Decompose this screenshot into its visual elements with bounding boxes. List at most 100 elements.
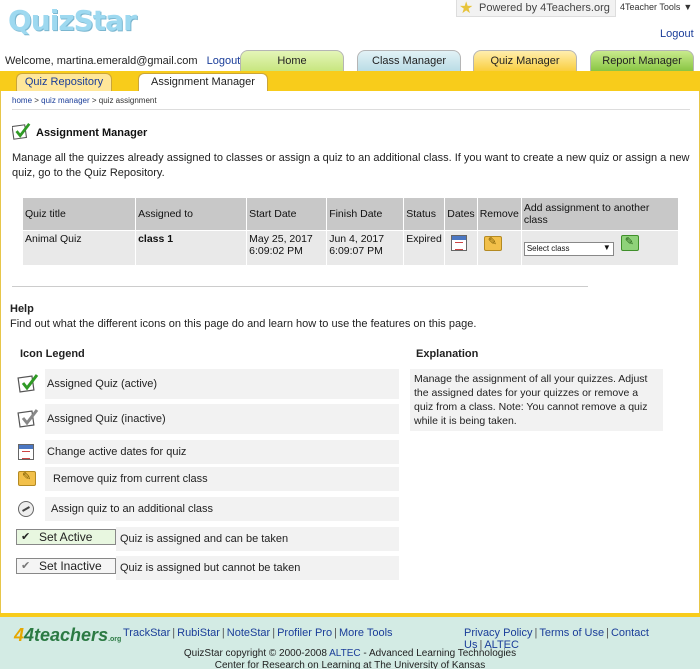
footer-link-terms[interactable]: Terms of Use — [539, 627, 604, 639]
check-active-icon — [12, 122, 31, 140]
calendar-icon — [18, 444, 34, 460]
footer-link-notestar[interactable]: NoteStar — [227, 627, 270, 639]
logo-4: 4 — [14, 625, 25, 645]
cell-add-assignment: Select class ▼ — [521, 231, 678, 265]
breadcrumb-home[interactable]: home — [12, 96, 32, 105]
welcome-text: Welcome, martina.emerald@gmail.com — [5, 55, 198, 67]
table-header-row: Quiz title Assigned to Start Date Finish… — [23, 198, 678, 230]
quizstar-logo[interactable]: QuizStar — [8, 4, 137, 37]
tab-class-manager[interactable]: Class Manager — [357, 50, 461, 72]
help-title: Help — [10, 303, 34, 315]
legend-icon-cell — [16, 467, 42, 491]
section-divider — [12, 286, 588, 287]
cell-start-date: May 25, 2017 6:09:02 PM — [247, 231, 327, 265]
remove-folder-icon — [18, 470, 36, 486]
legend-row-inactive: Assigned Quiz (inactive) — [16, 404, 399, 434]
copyright-pre: QuizStar copyright © 2000-2008 — [183, 648, 327, 659]
remove-folder-icon[interactable] — [483, 235, 502, 251]
dropdown-arrow-icon: ▼ — [602, 243, 611, 252]
cell-remove — [477, 231, 521, 265]
start-time: 6:09:02 PM — [249, 245, 303, 257]
finish-time: 6:09:07 PM — [329, 245, 383, 257]
legend-label: Assign quiz to an additional class — [45, 497, 399, 521]
legend-label: Assigned Quiz (active) — [45, 369, 399, 399]
cell-finish-date: Jun 4, 2017 6:09:07 PM — [327, 231, 404, 265]
footer-link-more-tools[interactable]: More Tools — [339, 627, 393, 639]
set-active-desc: Quiz is assigned and can be taken — [116, 527, 399, 551]
breadcrumb-current: quiz assignment — [98, 96, 157, 105]
start-date: May 25, 2017 — [249, 233, 313, 245]
powered-by-banner[interactable]: ★ Powered by 4Teachers.org — [456, 0, 616, 17]
breadcrumb-sep: > — [34, 96, 39, 105]
star-icon: ★ — [459, 0, 474, 17]
footer-sep: | — [534, 627, 538, 639]
breadcrumb-sep: > — [91, 96, 97, 105]
footer-sep: | — [606, 627, 609, 639]
footer-links-left: TrackStar | RubiStar | NoteStar | Profiler Pro… — [123, 627, 393, 639]
select-class-dropdown[interactable]: Select class ▼ — [523, 242, 614, 256]
checkmark-inactive-icon: ✔ — [21, 560, 31, 572]
set-inactive-button: ✔ Set Inactive — [16, 558, 116, 574]
logout-link[interactable]: Logout — [207, 55, 241, 67]
copyright-altec-link[interactable]: ALTEC — [329, 648, 361, 659]
footer-sep: | — [334, 627, 337, 639]
footer-sep: | — [172, 627, 176, 639]
breadcrumb-quiz-manager[interactable]: quiz manager — [41, 96, 89, 105]
logo-suffix: .org — [108, 636, 122, 643]
copyright-line2: Center for Research on Learning at The U… — [214, 660, 486, 669]
assignment-table: Quiz title Assigned to Start Date Finish… — [22, 197, 679, 266]
logo-main: 4teachers — [24, 625, 109, 645]
set-active-label: Set Active — [39, 530, 93, 544]
explanation-text: Manage the assignment of all your quizze… — [410, 369, 663, 431]
col-assigned-to: Assigned to — [136, 198, 247, 230]
logout-link-top[interactable]: Logout — [660, 28, 694, 40]
4teachers-logo[interactable]: 44teachers.org — [14, 625, 121, 646]
footer-link-trackstar[interactable]: TrackStar — [123, 627, 170, 639]
footer-sep: | — [221, 627, 225, 639]
col-dates: Dates — [445, 198, 477, 230]
assign-icon[interactable] — [620, 235, 639, 251]
powered-by-text: Powered by 4Teachers.org — [479, 2, 610, 14]
legend-label: Assigned Quiz (inactive) — [45, 404, 399, 434]
copyright: QuizStar copyright © 2000-2008 ALTEC - A… — [0, 648, 700, 669]
set-inactive-desc: Quiz is assigned but cannot be taken — [116, 556, 399, 580]
footer-link-profiler[interactable]: Profiler Pro — [277, 627, 332, 639]
legend-row-dates: Change active dates for quiz — [16, 440, 399, 464]
checkmark-icon: ✔ — [21, 531, 31, 543]
cell-dates — [445, 231, 477, 265]
legend-icon-cell — [16, 440, 42, 464]
page-title: Assignment Manager — [36, 127, 148, 139]
subtab-assignment-manager[interactable]: Assignment Manager — [138, 73, 268, 91]
table-row: Animal Quiz class 1 May 25, 2017 6:09:02… — [23, 231, 678, 265]
explanation-title: Explanation — [416, 348, 479, 360]
col-status: Status — [404, 198, 445, 230]
cell-assigned-to: class 1 — [136, 231, 247, 265]
footer-link-privacy[interactable]: Privacy Policy — [464, 627, 532, 639]
assign-icon — [18, 501, 34, 517]
set-active-button: ✔ Set Active — [16, 529, 116, 545]
legend-label: Change active dates for quiz — [45, 440, 399, 464]
check-active-icon — [17, 374, 39, 393]
col-quiz-title: Quiz title — [23, 198, 136, 230]
col-add-assignment: Add assignment to another class — [521, 198, 678, 230]
tab-quiz-manager[interactable]: Quiz Manager — [473, 50, 577, 72]
page-intro: Manage all the quizzes already assigned … — [12, 152, 690, 179]
breadcrumb: home > quiz manager > quiz assignment — [12, 96, 690, 110]
legend-row-remove: Remove quiz from current class — [16, 467, 399, 491]
tab-home[interactable]: Home — [240, 50, 344, 72]
select-class-value: Select class — [526, 244, 570, 253]
legend-title: Icon Legend — [20, 348, 85, 360]
legend-label: Remove quiz from current class — [45, 467, 399, 491]
teacher-tools-menu[interactable]: 4Teacher Tools ▼ — [620, 2, 692, 12]
cell-status: Expired — [404, 231, 445, 265]
calendar-icon[interactable] — [451, 235, 468, 251]
footer-link-rubistar[interactable]: RubiStar — [177, 627, 220, 639]
check-inactive-icon — [17, 409, 39, 428]
tab-report-manager[interactable]: Report Manager — [590, 50, 694, 72]
subtab-quiz-repository[interactable]: Quiz Repository — [16, 73, 112, 91]
set-inactive-label: Set Inactive — [39, 559, 102, 573]
caret-down-icon: ▼ — [683, 2, 693, 12]
finish-date: Jun 4, 2017 — [329, 233, 385, 245]
legend-icon-cell — [16, 497, 42, 521]
copyright-post: - Advanced Learning Technologies — [363, 648, 517, 659]
